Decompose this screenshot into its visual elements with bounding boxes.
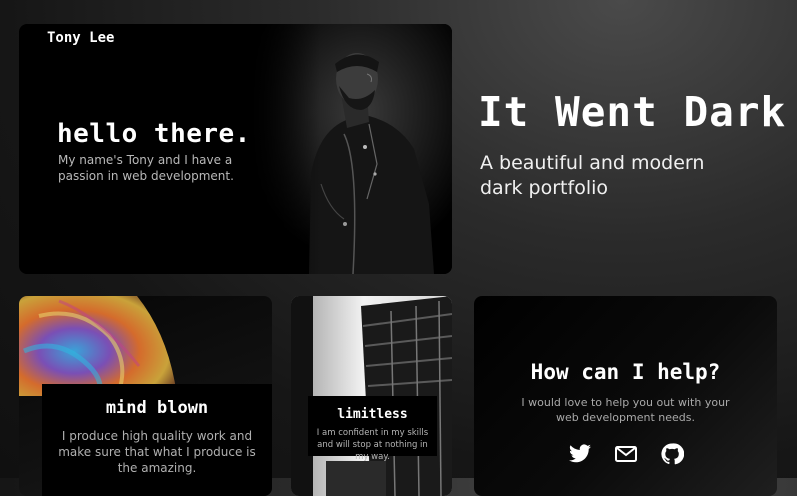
page-subtitle: A beautiful and modern dark portfolio: [480, 152, 705, 199]
hero-card: Tony Lee hello there. My name's Tony and…: [19, 24, 452, 274]
mind-blown-caption: mind blown I produce high quality work a…: [42, 384, 272, 496]
mail-icon[interactable]: [614, 442, 638, 466]
social-links: [474, 442, 777, 466]
help-card: How can I help? I would love to help you…: [474, 296, 777, 496]
help-title: How can I help?: [530, 360, 721, 384]
limitless-text: I am confident in my skills and will sto…: [316, 428, 429, 462]
portrait-image: [249, 24, 452, 274]
brand-name[interactable]: Tony Lee: [47, 30, 114, 46]
github-icon[interactable]: [660, 442, 684, 466]
limitless-title: limitless: [337, 407, 408, 422]
mind-blown-text: I produce high quality work and make sur…: [58, 429, 256, 475]
mind-blown-card: mind blown I produce high quality work a…: [19, 296, 272, 496]
help-text: I would love to help you out with your w…: [521, 396, 730, 424]
mind-blown-title: mind blown: [105, 398, 209, 418]
hero-intro: My name's Tony and I have a passion in w…: [58, 153, 234, 183]
page-title: It Went Dark: [478, 88, 787, 136]
limitless-caption: limitless I am confident in my skills an…: [308, 396, 437, 462]
hero-greeting: hello there.: [57, 119, 251, 149]
planet-image: [19, 296, 177, 396]
twitter-icon[interactable]: [568, 442, 592, 466]
limitless-card: limitless I am confident in my skills an…: [291, 296, 452, 496]
